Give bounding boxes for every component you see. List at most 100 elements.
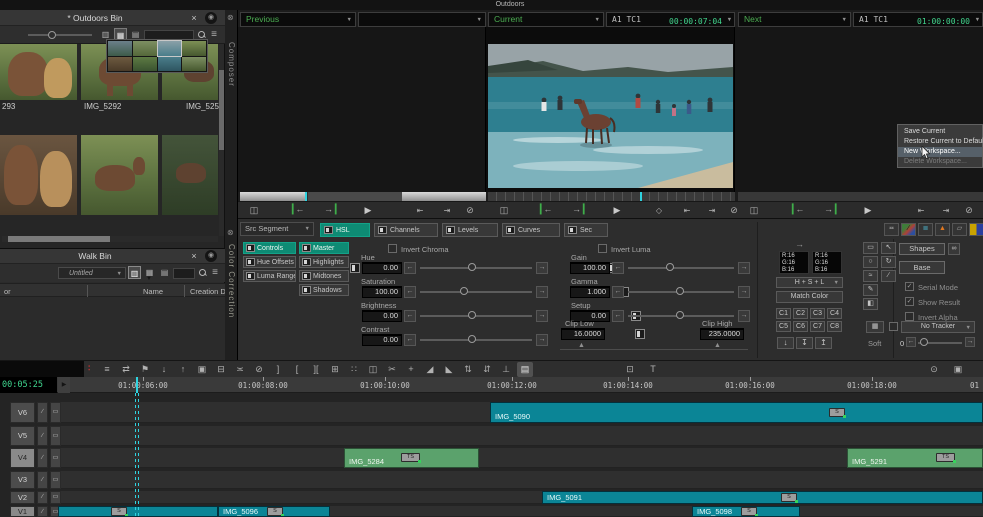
track-button-v2[interactable]: V2 [10, 491, 35, 504]
dual-split-icon[interactable]: ◫ [246, 203, 262, 218]
enable-toggle-icon[interactable] [506, 226, 515, 234]
decrement-button[interactable]: ← [404, 334, 416, 346]
group-controls[interactable]: Controls [243, 242, 296, 254]
column-header[interactable]: or [4, 287, 11, 296]
close-icon[interactable]: × [188, 10, 200, 26]
timeline-clip[interactable]: IMG_5096 S [218, 506, 330, 517]
current-timecode-box[interactable]: A1 TC1 00:00:07:04 ▼ [606, 12, 735, 27]
walk-bin-header[interactable]: Walk Bin × ◉ [0, 249, 225, 264]
previous-monitor[interactable] [238, 27, 486, 192]
enable-toggle-icon[interactable] [246, 244, 255, 252]
effect-mode-icon[interactable]: ▣ [194, 362, 210, 377]
playhead-dashed-line[interactable] [138, 393, 139, 517]
trim-right-icon[interactable]: ◢ [422, 362, 438, 377]
mark-clip-down-icon[interactable]: ↓ [156, 362, 172, 377]
show-result-checkbox[interactable]: ✓ [905, 297, 914, 306]
effect-badge[interactable]: TS [401, 453, 420, 462]
increment-button[interactable]: → [738, 286, 750, 298]
mark-in-icon[interactable]: ┃← [790, 204, 804, 215]
group-luma-ranges[interactable]: Luma Ranges [243, 270, 296, 282]
next-position-bar[interactable] [738, 192, 983, 201]
marker-icon[interactable]: ⚑ [137, 362, 153, 377]
enable-toggle-icon[interactable] [635, 329, 645, 339]
track-lane-v5[interactable] [58, 426, 983, 446]
enable-toggle-icon[interactable] [246, 258, 255, 266]
go-to-in-icon[interactable]: ⇤ [913, 203, 929, 218]
tracker-dropdown[interactable]: No Tracker ▼ [901, 321, 975, 333]
archive-icon[interactable]: ▱ [952, 223, 967, 236]
param-slider-knob[interactable] [468, 311, 476, 319]
line-tool[interactable]: ∕ [881, 270, 896, 282]
previous-second-menu[interactable]: ▼ [358, 12, 486, 27]
decrement-button[interactable]: ← [906, 337, 916, 347]
walk-bin-list-body[interactable] [0, 297, 225, 361]
correction-c8[interactable]: C8 [827, 321, 842, 332]
no-edit-icon[interactable]: ⊘ [251, 362, 267, 377]
timeline-clip[interactable]: IMG_5090 S [490, 402, 983, 423]
soft-slider-knob[interactable] [920, 338, 928, 346]
tab-channels[interactable]: Channels [374, 223, 438, 237]
bin-thumbnail[interactable] [162, 135, 218, 215]
tab-close-icon[interactable]: ⊗ [227, 13, 234, 22]
track-button-v6[interactable]: V6 [10, 402, 35, 423]
playhead[interactable] [136, 377, 138, 393]
playhead-dashed-line[interactable] [135, 393, 136, 517]
monitor-icon[interactable]: ▭ [50, 471, 61, 489]
play-icon[interactable]: ▶ [360, 203, 376, 218]
shape-fill-tool[interactable]: ◧ [863, 298, 878, 310]
previous-position-bar[interactable] [240, 192, 486, 201]
next-monitor-menu[interactable]: Next ▼ [738, 12, 851, 27]
mark-clip-up-icon[interactable]: ↑ [175, 362, 191, 377]
timeline-clip[interactable]: IMG_5284 TS [344, 448, 479, 468]
mark-out-icon[interactable]: →┃ [324, 204, 338, 215]
param-value[interactable]: 100.00 [570, 262, 610, 274]
group-midtones[interactable]: Midtones [299, 270, 349, 282]
param-value[interactable]: 0.00 [362, 262, 402, 274]
curves-color-icon[interactable]: ∕ [901, 223, 916, 236]
shape-pen-tool[interactable]: ✎ [863, 284, 878, 296]
filmstrip-popup[interactable] [106, 39, 208, 73]
group-highlights[interactable]: Highlights [299, 256, 349, 268]
param-value[interactable]: 0.00 [362, 310, 402, 322]
swap-down-icon[interactable]: ⇵ [479, 362, 495, 377]
track-button-v4[interactable]: V4 [10, 448, 35, 468]
bracket-left-icon[interactable]: [ [289, 362, 305, 377]
menu-delete-workspace[interactable]: Delete Workspace... [898, 157, 982, 167]
track-lane-v4[interactable] [58, 448, 983, 468]
go-to-in-icon[interactable]: ⇤ [412, 203, 428, 218]
cut-icon[interactable]: ✂ [384, 362, 400, 377]
menu-restore-current[interactable]: Restore Current to Default... [898, 137, 982, 147]
param-slider-knob[interactable] [676, 311, 684, 319]
infinity-button[interactable]: ∞ [948, 243, 960, 255]
swap-up-icon[interactable]: ⇅ [460, 362, 476, 377]
track-button-v3[interactable]: V3 [10, 471, 35, 489]
correction-c1[interactable]: C1 [776, 308, 791, 319]
trim-box-icon[interactable]: ⊟ [213, 362, 229, 377]
param-value[interactable]: 100.00 [362, 286, 402, 298]
invert-alpha-checkbox[interactable] [905, 312, 914, 321]
decrement-button[interactable]: ← [612, 310, 624, 322]
pencil-icon[interactable]: ∕ [37, 448, 48, 468]
outdoors-bin-header[interactable]: * Outdoors Bin × ◉ [0, 10, 225, 26]
invert-chroma-checkbox[interactable] [388, 244, 397, 253]
clip-high-marker[interactable]: ▲ [714, 342, 721, 349]
param-value[interactable]: 0.00 [362, 334, 402, 346]
param-slider[interactable] [628, 267, 734, 269]
match-frame-icon[interactable]: ◇ [651, 203, 667, 218]
increment-button[interactable]: → [738, 262, 750, 274]
base-button[interactable]: Base [899, 261, 945, 274]
increment-button[interactable]: → [738, 310, 750, 322]
no-edit-icon[interactable]: ⊘ [726, 203, 742, 218]
thumb-size-knob[interactable] [48, 31, 56, 39]
bin-thumbnail[interactable] [81, 135, 158, 215]
correction-c7[interactable]: C7 [810, 321, 825, 332]
segment-insert-icon[interactable]: ⊡ [622, 362, 638, 377]
correction-c6[interactable]: C6 [793, 321, 808, 332]
master-timecode[interactable]: 00:05:25 [0, 377, 57, 393]
toggle-source-icon[interactable]: ⇄ [118, 362, 134, 377]
brackets-icon[interactable]: ][ [308, 362, 324, 377]
select-tool[interactable]: ↖ [881, 242, 896, 254]
track-button-v5[interactable]: V5 [10, 426, 35, 446]
go-to-out-icon[interactable]: ⇥ [938, 203, 954, 218]
clip-low-value[interactable]: 16.0000 [561, 328, 605, 340]
